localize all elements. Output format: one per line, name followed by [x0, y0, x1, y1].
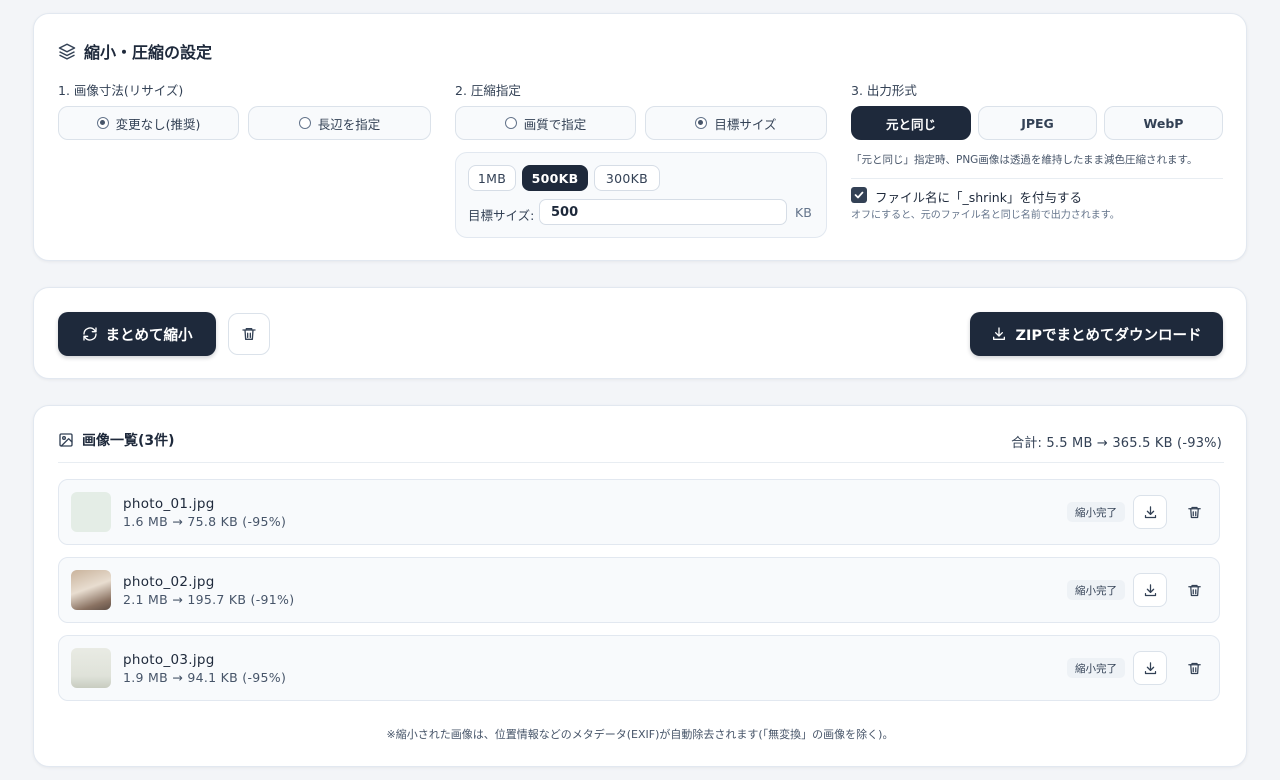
list-header: 画像一覧(3件): [58, 430, 175, 450]
target-size-panel: 1MB 500KB 300KB 目標サイズ: KB: [455, 152, 827, 238]
refresh-icon: [82, 327, 97, 341]
file-size: 1.9 MB → 94.1 KB (-95%): [123, 670, 287, 685]
zip-download-label: ZIPでまとめてダウンロード: [1015, 327, 1202, 344]
download-button[interactable]: [1133, 495, 1167, 529]
compress-option-target-size[interactable]: 目標サイズ: [645, 106, 827, 140]
download-icon: [1144, 505, 1156, 518]
compress-option-target-size-label: 目標サイズ: [714, 116, 777, 132]
list-title: 画像一覧(3件): [82, 433, 175, 449]
compress-label: 2. 圧縮指定: [455, 83, 521, 98]
shrink-all-button[interactable]: まとめて縮小: [58, 312, 216, 356]
target-size-unit: KB: [795, 205, 812, 220]
settings-card: 縮小・圧縮の設定 1. 画像寸法(リサイズ) 変更なし(推奨) 長辺を指定 2.…: [33, 13, 1247, 261]
download-icon: [1144, 661, 1156, 674]
settings-header: 縮小・圧縮の設定: [58, 39, 212, 63]
clear-all-button[interactable]: [228, 313, 270, 355]
zip-download-button[interactable]: ZIPでまとめてダウンロード: [970, 312, 1223, 356]
check-icon: [854, 191, 864, 199]
delete-button[interactable]: [1177, 573, 1211, 607]
format-option-jpeg[interactable]: JPEG: [978, 106, 1097, 140]
download-button[interactable]: [1133, 573, 1167, 607]
delete-button[interactable]: [1177, 495, 1211, 529]
image-icon: [59, 433, 73, 447]
layers-icon: [58, 43, 76, 60]
divider: [851, 178, 1223, 179]
resize-option-long-side-label: 長辺を指定: [317, 116, 381, 132]
status-badge: 縮小完了: [1067, 502, 1125, 522]
suffix-label[interactable]: ファイル名に「_shrink」を付与する: [875, 187, 1082, 206]
radio-checked-icon: [96, 117, 109, 129]
download-icon: [993, 327, 1006, 340]
thumbnail: [71, 570, 111, 610]
radio-checked-icon: [695, 117, 708, 129]
total-summary: 合計: 5.5 MB → 365.5 KB (-93%): [1011, 436, 1222, 451]
preset-500kb[interactable]: 500KB: [522, 165, 588, 191]
format-option-webp[interactable]: WebP: [1104, 106, 1223, 140]
format-note: 「元と同じ」指定時、PNG画像は透過を維持したまま減色圧縮されます。: [851, 154, 1198, 166]
divider: [58, 462, 1224, 463]
list-item: photo_01.jpg 1.6 MB → 75.8 KB (-95%) 縮小完…: [58, 479, 1220, 545]
resize-label: 1. 画像寸法(リサイズ): [58, 83, 184, 98]
compress-option-quality-label: 画質で指定: [523, 116, 587, 132]
trash-icon: [1187, 506, 1201, 518]
target-size-label: 目標サイズ:: [468, 208, 535, 223]
resize-option-none-label: 変更なし(推奨): [115, 116, 201, 132]
shrink-all-label: まとめて縮小: [105, 327, 193, 344]
file-name: photo_02.jpg: [123, 574, 215, 590]
status-badge: 縮小完了: [1067, 580, 1125, 600]
trash-icon: [242, 328, 256, 340]
resize-option-none[interactable]: 変更なし(推奨): [58, 106, 239, 140]
radio-unchecked-icon: [504, 117, 517, 129]
actions-card: まとめて縮小 ZIPでまとめてダウンロード: [33, 287, 1247, 379]
suffix-checkbox[interactable]: [851, 187, 867, 203]
settings-title: 縮小・圧縮の設定: [84, 43, 213, 62]
radio-unchecked-icon: [298, 117, 311, 129]
suffix-note: オフにすると、元のファイル名と同じ名前で出力されます。: [851, 210, 1120, 221]
thumbnail: [71, 648, 111, 688]
format-option-original[interactable]: 元と同じ: [851, 106, 971, 140]
exif-note: ※縮小された画像は、位置情報などのメタデータ(EXIF)が自動除去されます(「無…: [386, 728, 894, 741]
file-size: 2.1 MB → 195.7 KB (-91%): [123, 592, 295, 607]
compress-option-quality[interactable]: 画質で指定: [455, 106, 636, 140]
file-name: photo_03.jpg: [123, 652, 215, 668]
image-list-card: 画像一覧(3件) 合計: 5.5 MB → 365.5 KB (-93%) ph…: [33, 405, 1247, 767]
trash-icon: [1187, 662, 1201, 674]
delete-button[interactable]: [1177, 651, 1211, 685]
download-button[interactable]: [1133, 651, 1167, 685]
trash-icon: [1187, 584, 1201, 596]
status-badge: 縮小完了: [1067, 658, 1125, 678]
file-name: photo_01.jpg: [123, 496, 215, 512]
list-item: photo_02.jpg 2.1 MB → 195.7 KB (-91%) 縮小…: [58, 557, 1220, 623]
download-icon: [1144, 583, 1156, 596]
thumbnail: [71, 492, 111, 532]
format-label: 3. 出力形式: [851, 83, 917, 98]
target-size-input[interactable]: [539, 199, 787, 225]
preset-1mb[interactable]: 1MB: [468, 165, 516, 191]
list-item: photo_03.jpg 1.9 MB → 94.1 KB (-95%) 縮小完…: [58, 635, 1220, 701]
resize-option-long-side[interactable]: 長辺を指定: [248, 106, 431, 140]
preset-300kb[interactable]: 300KB: [594, 165, 660, 191]
file-size: 1.6 MB → 75.8 KB (-95%): [123, 514, 287, 529]
